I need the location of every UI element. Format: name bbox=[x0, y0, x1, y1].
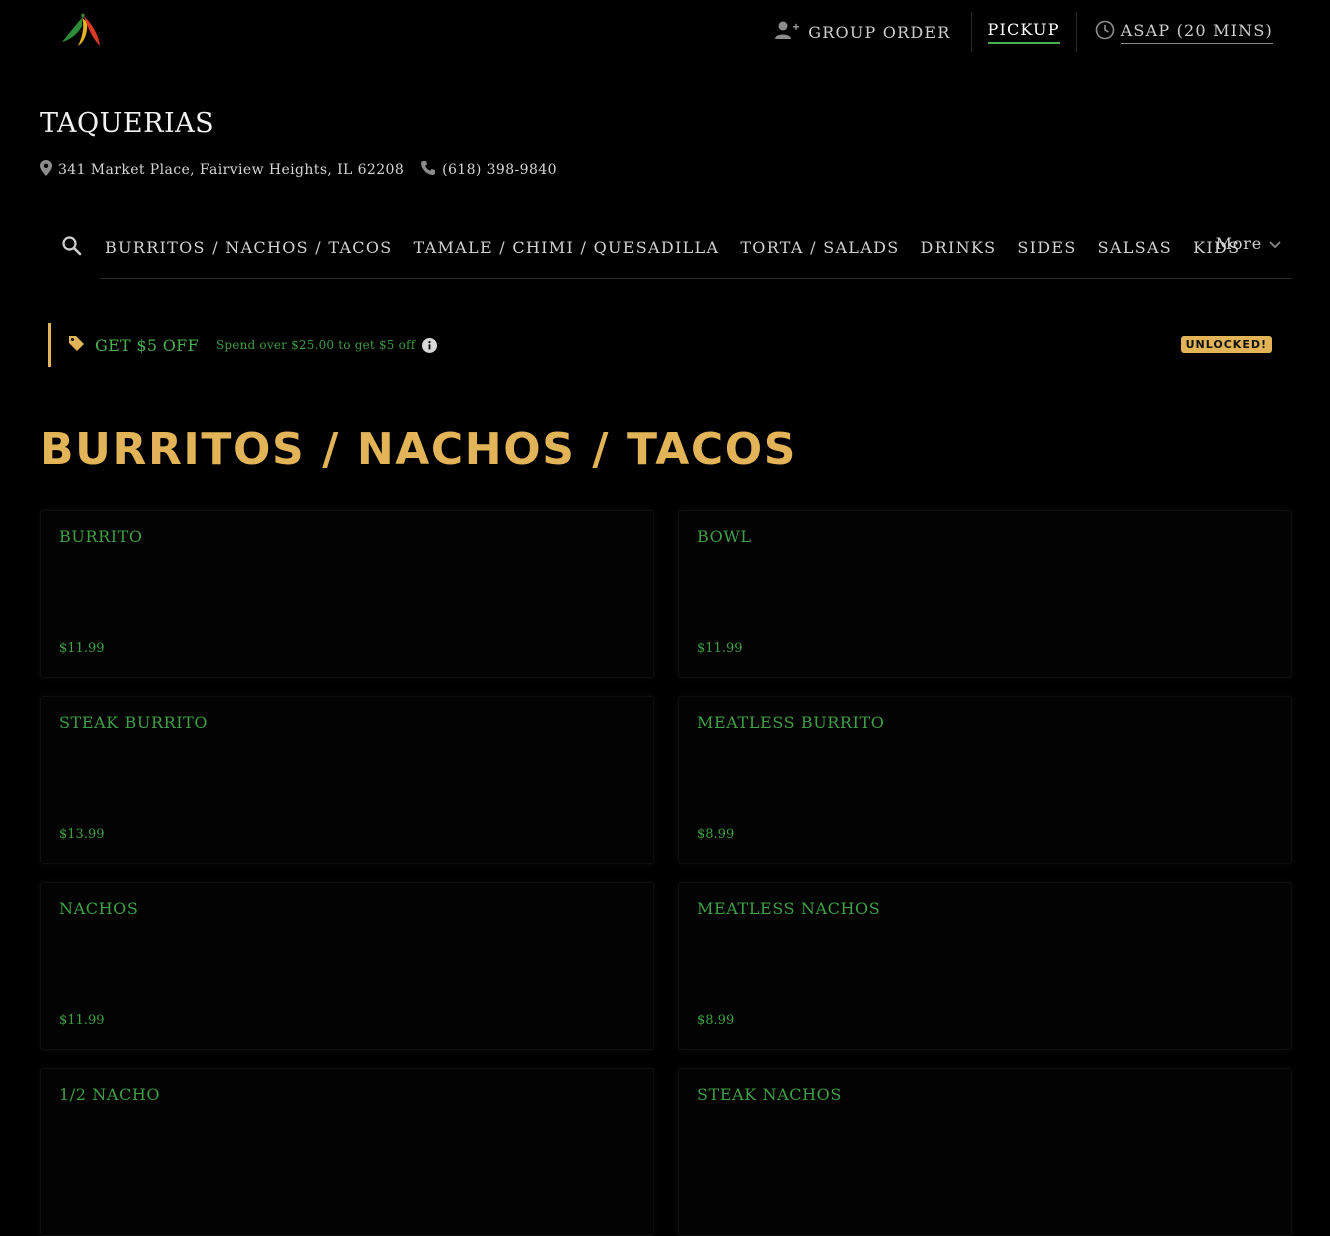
nav-divider bbox=[40, 278, 100, 279]
restaurant-header: TAQUERIAS bbox=[40, 108, 214, 139]
clock-icon bbox=[1095, 20, 1115, 44]
restaurant-info: 341 Market Place, Fairview Heights, IL 6… bbox=[40, 160, 557, 180]
item-price: $8.99 bbox=[697, 1013, 735, 1028]
menu-item-card[interactable]: STEAK NACHOS bbox=[678, 1068, 1292, 1236]
phone-icon bbox=[420, 160, 436, 180]
menu-item-card[interactable]: MEATLESS NACHOS $8.99 bbox=[678, 882, 1292, 1050]
order-time-button[interactable]: ASAP (20 MINS) bbox=[1077, 20, 1273, 44]
info-icon[interactable] bbox=[422, 337, 438, 353]
item-name: STEAK NACHOS bbox=[697, 1085, 842, 1104]
header-actions: GROUP ORDER PICKUP ASAP (20 MINS) bbox=[774, 12, 1273, 52]
phone[interactable]: (618) 398-9840 bbox=[420, 160, 557, 180]
item-name: NACHOS bbox=[59, 899, 139, 918]
item-price: $11.99 bbox=[59, 641, 105, 656]
pickup-tab[interactable]: PICKUP bbox=[972, 20, 1076, 44]
promo-description: Spend over $25.00 to get $5 off bbox=[215, 338, 416, 352]
promo-status-badge: UNLOCKED! bbox=[1180, 336, 1272, 353]
menu-item-card[interactable]: NACHOS $11.99 bbox=[40, 882, 654, 1050]
menu-item-card[interactable]: 1/2 NACHO bbox=[40, 1068, 654, 1236]
item-name: 1/2 NACHO bbox=[59, 1085, 161, 1104]
item-name: STEAK BURRITO bbox=[59, 713, 209, 732]
item-price: $13.99 bbox=[59, 827, 105, 842]
item-price: $8.99 bbox=[697, 827, 735, 842]
chevron-down-icon bbox=[1268, 234, 1282, 253]
menu-items-grid: BURRITO $11.99 BOWL $11.99 STEAK BURRITO… bbox=[40, 510, 1292, 1236]
location-pin-icon bbox=[40, 160, 52, 180]
item-price: $11.99 bbox=[59, 1013, 105, 1028]
phone-text: (618) 398-9840 bbox=[442, 162, 557, 178]
chili-pepper-logo[interactable] bbox=[60, 12, 104, 50]
item-price: $11.99 bbox=[697, 641, 743, 656]
nav-item-tamale[interactable]: TAMALE / CHIMI / QUESADILLA bbox=[414, 238, 720, 257]
search-icon[interactable] bbox=[60, 234, 84, 258]
item-name: MEATLESS BURRITO bbox=[697, 713, 885, 732]
category-nav: BURRITOS / NACHOS / TACOS TAMALE / CHIMI… bbox=[40, 220, 1292, 279]
menu-item-card[interactable]: STEAK BURRITO $13.99 bbox=[40, 696, 654, 864]
menu-item-card[interactable]: MEATLESS BURRITO $8.99 bbox=[678, 696, 1292, 864]
tag-icon bbox=[68, 335, 85, 356]
menu-item-card[interactable]: BOWL $11.99 bbox=[678, 510, 1292, 678]
menu-item-card[interactable]: BURRITO $11.99 bbox=[40, 510, 654, 678]
group-order-button[interactable]: GROUP ORDER bbox=[774, 20, 970, 44]
item-name: MEATLESS NACHOS bbox=[697, 899, 881, 918]
address[interactable]: 341 Market Place, Fairview Heights, IL 6… bbox=[40, 160, 404, 180]
promo-banner: GET $5 OFF Spend over $25.00 to get $5 o… bbox=[48, 323, 1272, 367]
item-name: BURRITO bbox=[59, 527, 143, 546]
nav-item-torta[interactable]: TORTA / SALADS bbox=[740, 238, 899, 257]
promo-title: GET $5 OFF bbox=[95, 335, 199, 355]
section-title: BURRITOS / NACHOS / TACOS bbox=[40, 424, 798, 475]
nav-item-salsas[interactable]: SALSAS bbox=[1098, 238, 1172, 257]
nav-item-burritos[interactable]: BURRITOS / NACHOS / TACOS bbox=[105, 238, 393, 257]
more-dropdown[interactable]: More bbox=[1216, 234, 1282, 253]
more-label: More bbox=[1215, 234, 1262, 253]
restaurant-name: TAQUERIAS bbox=[40, 108, 215, 139]
address-text: 341 Market Place, Fairview Heights, IL 6… bbox=[58, 162, 405, 178]
group-order-label: GROUP ORDER bbox=[808, 22, 951, 42]
nav-item-sides[interactable]: SIDES bbox=[1017, 238, 1076, 257]
add-person-icon bbox=[774, 20, 800, 44]
pickup-label: PICKUP bbox=[987, 20, 1060, 44]
category-list: BURRITOS / NACHOS / TACOS TAMALE / CHIMI… bbox=[105, 238, 1240, 257]
top-header: GROUP ORDER PICKUP ASAP (20 MINS) bbox=[0, 0, 1330, 66]
order-time-label: ASAP (20 MINS) bbox=[1120, 21, 1273, 44]
item-name: BOWL bbox=[697, 527, 752, 546]
nav-item-drinks[interactable]: DRINKS bbox=[920, 238, 996, 257]
